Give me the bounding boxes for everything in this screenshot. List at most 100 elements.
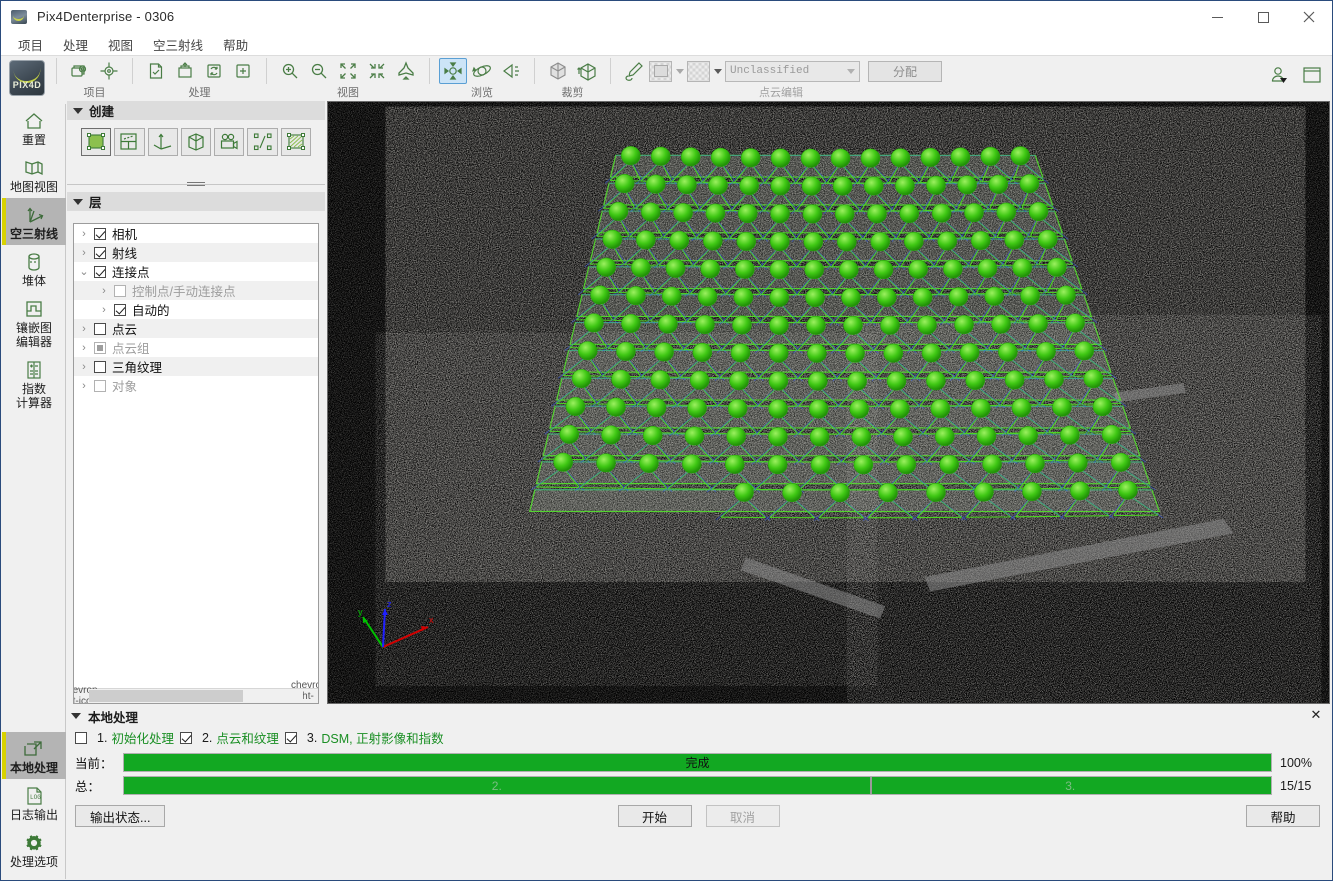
step-dsm-orthomosaic-index[interactable]: 3. DSM, 正射影像和指数 <box>285 728 444 747</box>
step-checkbox[interactable] <box>75 732 87 744</box>
point-size-dropdown-arrow[interactable] <box>673 61 686 82</box>
layer-checkbox[interactable] <box>94 361 106 373</box>
assign-button[interactable]: 分配 <box>868 61 942 82</box>
step-initial-processing[interactable]: 1. 初始化处理 <box>75 728 174 747</box>
start-button[interactable]: 开始 <box>618 805 692 827</box>
table-row[interactable]: › 对象 <box>74 376 318 395</box>
table-row[interactable]: › 相机 <box>74 224 318 243</box>
orbit-icon[interactable] <box>468 58 496 84</box>
expand-arrow-icon[interactable]: › <box>94 304 114 316</box>
zoom-out-icon[interactable] <box>305 58 333 84</box>
camera-view-icon[interactable] <box>497 58 525 84</box>
table-row[interactable]: › 射线 <box>74 243 318 262</box>
fit-collapse-icon[interactable] <box>363 58 391 84</box>
chevron-right-icon[interactable]: chevron-right-icon <box>303 689 318 703</box>
maximize-button[interactable] <box>1240 1 1286 33</box>
menu-project[interactable]: 项目 <box>9 33 52 56</box>
layer-checkbox[interactable] <box>114 304 126 316</box>
minimize-button[interactable] <box>1194 1 1240 33</box>
layer-checkbox[interactable] <box>94 247 106 259</box>
create-polyline-icon[interactable] <box>247 128 277 156</box>
menu-rays[interactable]: 空三射线 <box>144 33 212 56</box>
3d-viewport[interactable]: x y z <box>327 101 1330 704</box>
create-axis-icon[interactable] <box>148 128 178 156</box>
step-point-cloud-texture[interactable]: 2. 点云和纹理 <box>180 728 279 747</box>
create-section-header[interactable]: 创建 <box>67 101 325 120</box>
project-target-icon[interactable] <box>95 58 123 84</box>
table-row[interactable]: › 自动的 <box>74 300 318 319</box>
clip-box-edit-icon[interactable] <box>573 58 601 84</box>
expand-arrow-icon[interactable]: › <box>74 361 94 373</box>
new-project-icon[interactable] <box>66 58 94 84</box>
collapse-arrow-icon[interactable]: ⌄ <box>74 265 94 278</box>
create-cube-icon[interactable] <box>181 128 211 156</box>
layer-checkbox[interactable] <box>94 266 106 278</box>
rail-item-processing-options[interactable]: 处理选项 <box>2 826 66 873</box>
step-checkbox[interactable] <box>285 732 297 744</box>
rail-item-log-output[interactable]: LOG 日志输出 <box>2 779 66 826</box>
menu-view[interactable]: 视图 <box>99 33 142 56</box>
expand-arrow-icon[interactable]: › <box>74 323 94 335</box>
rail-item-index-calculator[interactable]: 指数 计算器 <box>2 353 66 414</box>
point-color-swatch-icon[interactable] <box>687 61 710 82</box>
caret-down-icon-bottom[interactable] <box>71 713 81 719</box>
airplane-icon[interactable] <box>392 58 420 84</box>
step-checkbox[interactable] <box>180 732 192 744</box>
window-layout-icon[interactable] <box>1298 62 1326 88</box>
table-row[interactable]: › 控制点/手动连接点 <box>74 281 318 300</box>
menu-help[interactable]: 帮助 <box>214 33 257 56</box>
panel-splitter[interactable] <box>67 178 325 192</box>
create-plane-icon[interactable] <box>114 128 144 156</box>
process-document-icon[interactable] <box>142 58 170 84</box>
close-button[interactable] <box>1286 1 1332 33</box>
point-color-dropdown-arrow[interactable] <box>711 61 724 82</box>
expand-arrow-icon[interactable]: › <box>74 380 94 392</box>
layer-checkbox[interactable] <box>94 380 106 392</box>
user-account-icon[interactable] <box>1266 62 1294 88</box>
table-row[interactable]: ⌄ 连接点 <box>74 262 318 281</box>
pen-select-icon[interactable] <box>620 58 648 84</box>
layer-label: 三角纹理 <box>112 357 162 376</box>
layers-section-header[interactable]: 层 <box>67 192 325 211</box>
expand-arrow-icon[interactable]: › <box>74 247 94 259</box>
scrollbar-track[interactable] <box>89 689 303 703</box>
create-surface-icon[interactable] <box>281 128 311 156</box>
rail-item-local-processing[interactable]: 本地处理 <box>2 732 66 779</box>
pan-navigate-icon[interactable] <box>439 58 467 84</box>
clip-box-icon[interactable] <box>544 58 572 84</box>
process-add-icon[interactable] <box>229 58 257 84</box>
rail-item-map-view[interactable]: 地图视图 <box>2 151 66 198</box>
layer-checkbox[interactable] <box>114 285 126 297</box>
layers-horizontal-scrollbar[interactable]: chevron-left-icon chevron-right-icon <box>74 688 318 703</box>
application-window: Pix4Denterprise - 0306 项目 处理 视图 空三射线 帮助 <box>0 0 1333 881</box>
expand-arrow-icon[interactable]: › <box>74 342 94 354</box>
rail-item-volume[interactable]: 堆体 <box>2 245 66 292</box>
chevron-left-icon[interactable]: chevron-left-icon <box>74 689 89 703</box>
rail-item-mosaic-editor[interactable]: 镶嵌图 编辑器 <box>2 292 66 353</box>
expand-arrow-icon[interactable]: › <box>94 285 114 297</box>
layer-checkbox[interactable] <box>94 323 106 335</box>
classification-select[interactable]: Unclassified <box>725 61 860 82</box>
cancel-button[interactable]: 取消 <box>706 805 780 827</box>
zoom-in-icon[interactable] <box>276 58 304 84</box>
rail-item-reset[interactable]: 重置 <box>2 104 66 151</box>
process-refresh-icon[interactable] <box>200 58 228 84</box>
table-row[interactable]: › 三角纹理 <box>74 357 318 376</box>
layer-checkbox[interactable] <box>94 342 106 354</box>
rail-item-rays[interactable]: 空三射线 <box>2 198 66 245</box>
scrollbar-thumb[interactable] <box>89 690 243 702</box>
expand-arrow-icon[interactable]: › <box>74 228 94 240</box>
create-camera-icon[interactable] <box>214 128 244 156</box>
bottom-panel-close-icon[interactable]: ✕ <box>1308 707 1324 723</box>
create-rectangle-icon[interactable] <box>81 128 111 156</box>
point-size-swatch-icon[interactable] <box>649 61 672 82</box>
help-button[interactable]: 帮助 <box>1246 805 1320 827</box>
menu-process[interactable]: 处理 <box>54 33 97 56</box>
current-progress-value: 100% <box>1272 756 1320 770</box>
layer-checkbox[interactable] <box>94 228 106 240</box>
output-status-button[interactable]: 输出状态... <box>75 805 165 827</box>
table-row[interactable]: › 点云 <box>74 319 318 338</box>
table-row[interactable]: › 点云组 <box>74 338 318 357</box>
fit-expand-icon[interactable] <box>334 58 362 84</box>
process-folder-icon[interactable] <box>171 58 199 84</box>
